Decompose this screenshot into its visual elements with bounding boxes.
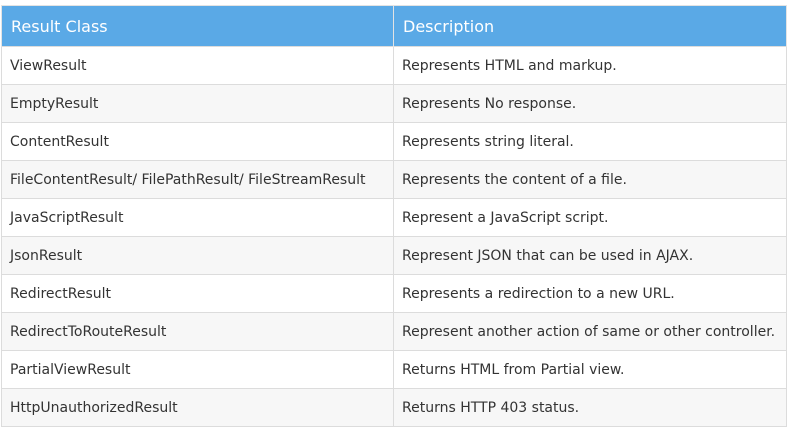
table-row: RedirectResult Represents a redirection … <box>1 274 787 313</box>
header-description: Description <box>393 5 787 47</box>
result-class-cell: RedirectToRouteResult <box>1 312 394 351</box>
table-row: JavaScriptResult Represent a JavaScript … <box>1 198 787 237</box>
table-row: JsonResult Represent JSON that can be us… <box>1 236 787 275</box>
result-class-cell: ContentResult <box>1 122 394 161</box>
result-class-cell: PartialViewResult <box>1 350 394 389</box>
result-class-cell: EmptyResult <box>1 84 394 123</box>
table-row: HttpUnauthorizedResult Returns HTTP 403 … <box>1 388 787 427</box>
result-class-cell: HttpUnauthorizedResult <box>1 388 394 427</box>
description-cell: Represents string literal. <box>393 122 787 161</box>
description-cell: Represents a redirection to a new URL. <box>393 274 787 313</box>
description-cell: Represents HTML and markup. <box>393 46 787 85</box>
description-cell: Represents No response. <box>393 84 787 123</box>
table-row: EmptyResult Represents No response. <box>1 84 787 123</box>
description-cell: Represent JSON that can be used in AJAX. <box>393 236 787 275</box>
description-cell: Represents the content of a file. <box>393 160 787 199</box>
table-row: RedirectToRouteResult Represent another … <box>1 312 787 351</box>
result-class-cell: JavaScriptResult <box>1 198 394 237</box>
description-cell: Returns HTML from Partial view. <box>393 350 787 389</box>
result-class-table-wrapper: Result Class Description ViewResult Repr… <box>1 5 787 427</box>
description-cell: Represent another action of same or othe… <box>393 312 787 351</box>
table-header-row: Result Class Description <box>1 5 787 47</box>
result-class-cell: RedirectResult <box>1 274 394 313</box>
result-class-table: Result Class Description ViewResult Repr… <box>1 5 787 427</box>
table-row: PartialViewResult Returns HTML from Part… <box>1 350 787 389</box>
table-row: ViewResult Represents HTML and markup. <box>1 46 787 85</box>
result-class-cell: JsonResult <box>1 236 394 275</box>
description-cell: Returns HTTP 403 status. <box>393 388 787 427</box>
description-cell: Represent a JavaScript script. <box>393 198 787 237</box>
table-row: FileContentResult/ FilePathResult/ FileS… <box>1 160 787 199</box>
header-result-class: Result Class <box>1 5 394 47</box>
table-row: ContentResult Represents string literal. <box>1 122 787 161</box>
result-class-cell: ViewResult <box>1 46 394 85</box>
result-class-cell: FileContentResult/ FilePathResult/ FileS… <box>1 160 394 199</box>
